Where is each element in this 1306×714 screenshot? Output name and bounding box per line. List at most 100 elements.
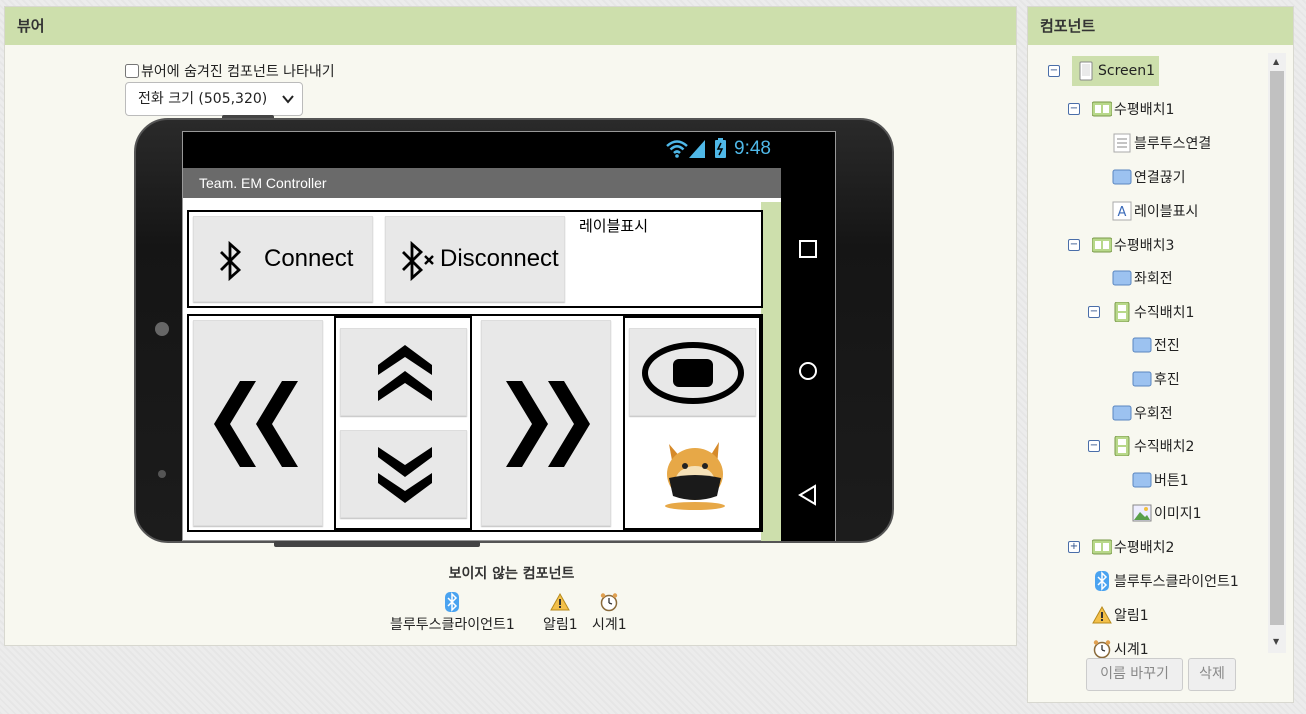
clock-icon [1093, 640, 1111, 659]
phone-size-value: 전화 크기 (505,320) [138, 91, 268, 107]
invisible-item-label: 블루투스클라이언트1 [390, 617, 515, 633]
bluetooth-icon [445, 592, 460, 612]
scroll-thumb[interactable] [1270, 71, 1284, 625]
battery-icon [715, 138, 726, 158]
show-hidden-label: 뷰어에 숨겨진 컴포넌트 나타내기 [141, 64, 335, 80]
connect-label: Connect [264, 245, 354, 272]
back-icon[interactable] [795, 482, 821, 508]
bluetooth-icon [1095, 571, 1109, 591]
stop-button[interactable] [629, 328, 756, 416]
clock-icon [601, 593, 618, 612]
tree-item-bluetooth-client1[interactable]: 블루투스클라이언트1 [1092, 567, 1239, 595]
svg-text:A: A [1118, 205, 1127, 220]
tree-item-image1[interactable]: 이미지1 [1132, 499, 1202, 527]
tree-item-label: 블루투스연결 [1134, 136, 1212, 152]
scroll-up-icon[interactable]: ▲ [1273, 57, 1279, 66]
tree-item-label: 연결끊기 [1134, 170, 1186, 186]
components-header: 컴포넌트 [1028, 7, 1293, 45]
app-title-bar: Team. EM Controller [183, 168, 781, 198]
tree-item-clock1[interactable]: 시계1 [1092, 635, 1149, 659]
recent-apps-icon[interactable] [795, 236, 821, 262]
tree-item-label: 전진 [1154, 338, 1180, 354]
disconnect-button[interactable]: Disconnect [385, 216, 565, 302]
collapse-icon[interactable]: − [1088, 306, 1100, 318]
tree-item-horizontal-arrangement-2[interactable]: + 수평배치2 [1068, 533, 1174, 561]
button-icon [1132, 371, 1152, 387]
vertical-arrangement-icon [1114, 302, 1130, 322]
connect-button[interactable]: Connect [193, 216, 373, 302]
component-tree: − Screen1 − 수평배치1 블루투스연결 연결끊기 A 레이블표시 − … [1036, 53, 1266, 659]
tree-scrollbar[interactable]: ▲ ▼ [1268, 53, 1286, 653]
home-icon[interactable] [795, 358, 821, 384]
tree-item-turn-left[interactable]: 좌회전 [1112, 264, 1173, 292]
horizontal-arrangement-icon [1092, 539, 1112, 555]
collapse-icon[interactable]: − [1068, 103, 1080, 115]
collapse-icon[interactable]: − [1048, 65, 1060, 77]
rename-button[interactable]: 이름 바꾸기 [1086, 658, 1183, 691]
screen-scroll-strip [761, 202, 781, 541]
double-chevron-left-icon [214, 381, 298, 467]
phone-bottom-detail [274, 541, 480, 547]
doge-mascot-image [659, 436, 731, 510]
tree-item-label: 후진 [1154, 372, 1180, 388]
tree-item-label: 수평배치3 [1114, 238, 1175, 254]
turn-right-button[interactable] [481, 320, 611, 526]
signal-icon [689, 140, 705, 158]
tree-item-screen1[interactable]: − Screen1 [1048, 56, 1160, 86]
warning-icon [1092, 605, 1112, 624]
tree-item-horizontal-arrangement-3[interactable]: − 수평배치3 [1068, 231, 1174, 259]
collapse-icon[interactable]: − [1088, 440, 1100, 452]
tree-item-label: 시계1 [1114, 642, 1149, 658]
scroll-down-icon[interactable]: ▼ [1273, 637, 1279, 646]
tree-item-notifier1[interactable]: 알림1 [1092, 601, 1149, 629]
wifi-icon [666, 140, 688, 158]
turn-left-button[interactable] [193, 320, 323, 526]
tree-item-vertical-arrangement-1[interactable]: − 수직배치1 [1088, 298, 1194, 326]
forward-button[interactable] [340, 328, 467, 416]
button-icon [1112, 270, 1132, 286]
tree-item-forward[interactable]: 전진 [1132, 331, 1180, 359]
tree-item-button1[interactable]: 버튼1 [1132, 466, 1189, 494]
vertical-arrangement-icon [1114, 436, 1130, 456]
tree-item-label: 수직배치1 [1134, 305, 1195, 321]
show-hidden-components-toggle[interactable]: 뷰어에 숨겨진 컴포넌트 나타내기 [125, 61, 335, 81]
tree-item-label: 버튼1 [1154, 473, 1189, 489]
bluetooth-disabled-icon [402, 241, 434, 281]
tree-item-turn-right[interactable]: 우회전 [1112, 399, 1173, 427]
label-icon: A [1112, 201, 1132, 221]
status-bar: 9:48 [183, 132, 835, 168]
tree-item-label-display[interactable]: A 레이블표시 [1112, 197, 1198, 225]
collapse-icon[interactable]: − [1068, 239, 1080, 251]
android-nav-bar [781, 168, 835, 541]
invisible-item-notifier[interactable]: 알림1 [543, 592, 578, 634]
tree-item-label: 블루투스클라이언트1 [1114, 574, 1239, 590]
tree-item-label: 수평배치1 [1114, 102, 1175, 118]
invisible-item-bluetooth[interactable]: 블루투스클라이언트1 [390, 592, 515, 634]
backward-button[interactable] [340, 430, 467, 518]
phone-screen: 9:48 Team. EM Controller Connect Disconn… [182, 131, 836, 541]
listpicker-icon [1113, 133, 1131, 153]
horizontal-arrangement-3 [187, 314, 763, 532]
delete-button[interactable]: 삭제 [1188, 658, 1236, 691]
components-panel: 컴포넌트 − Screen1 − 수평배치1 블루투스연결 연결끊기 A 레이블… [1027, 6, 1294, 703]
tree-item-backward[interactable]: 후진 [1132, 365, 1180, 393]
expand-icon[interactable]: + [1068, 541, 1080, 553]
phone-camera [155, 322, 169, 336]
horizontal-arrangement-1: Connect Disconnect 레이블표시 [187, 210, 763, 308]
phone-size-select[interactable]: 전화 크기 (505,320) [125, 82, 303, 116]
tree-item-horizontal-arrangement-1[interactable]: − 수평배치1 [1068, 95, 1174, 123]
invisible-item-label: 알림1 [543, 617, 578, 633]
tree-item-label: 알림1 [1114, 608, 1149, 624]
tree-item-label: 좌회전 [1134, 271, 1173, 287]
invisible-item-clock[interactable]: 시계1 [592, 592, 627, 634]
horizontal-arrangement-icon [1092, 101, 1112, 117]
bluetooth-icon [220, 241, 242, 281]
tree-item-label: 수직배치2 [1134, 439, 1195, 455]
vertical-arrangement-2 [623, 316, 761, 530]
tree-item-vertical-arrangement-2[interactable]: − 수직배치2 [1088, 432, 1194, 460]
show-hidden-checkbox[interactable] [125, 64, 139, 78]
tree-item-disconnect[interactable]: 연결끊기 [1112, 163, 1186, 191]
tree-item-bluetooth-connect[interactable]: 블루투스연결 [1112, 129, 1211, 157]
invisible-components-title: 보이지 않는 컴포넌트 [448, 566, 575, 582]
double-chevron-down-icon [378, 447, 432, 503]
